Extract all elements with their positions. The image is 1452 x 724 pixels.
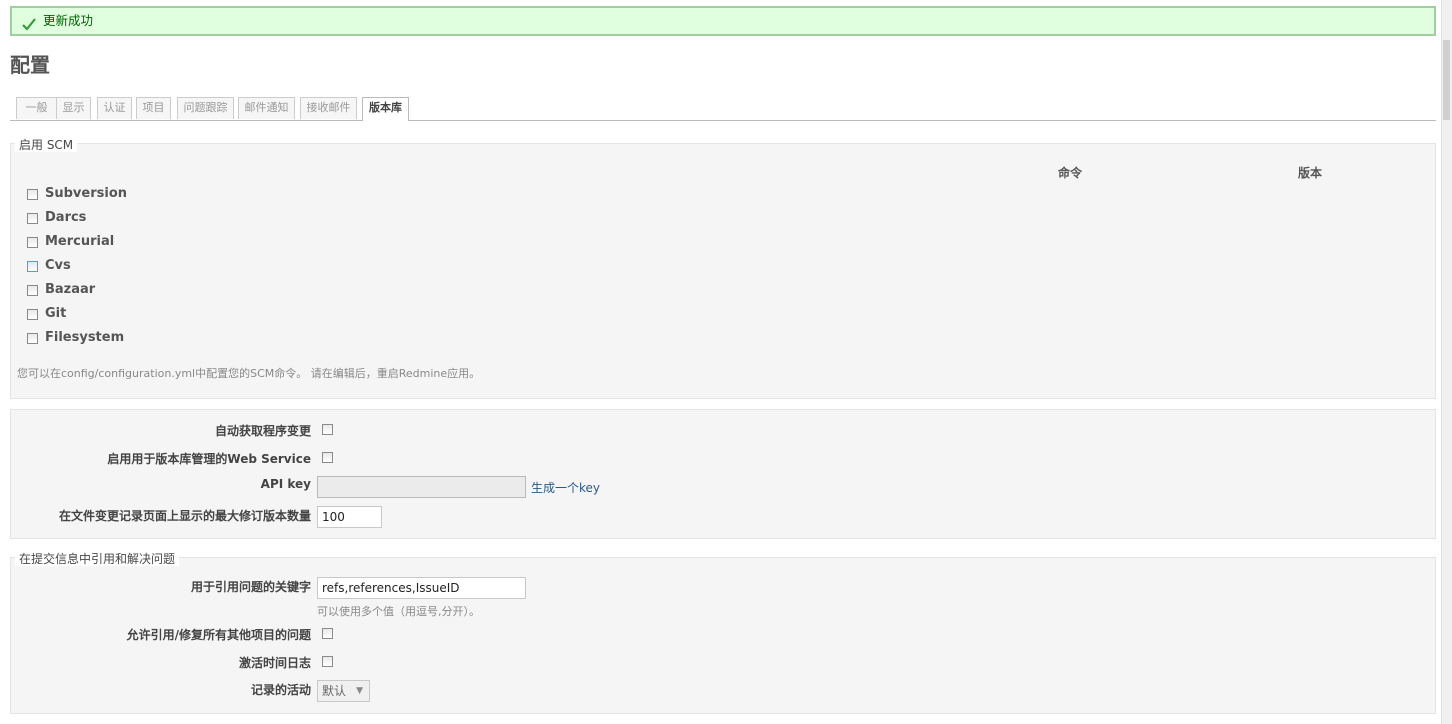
checkmark-icon bbox=[22, 14, 36, 40]
max-revisions-label: 在文件变更记录页面上显示的最大修订版本数量 bbox=[58, 509, 311, 523]
settings-tabs: 一般 显示 认证 项目 问题跟踪 邮件通知 接收邮件 版本库 bbox=[10, 97, 1436, 121]
scm-config-note: 您可以在config/configuration.yml中配置您的SCM命令。 … bbox=[17, 367, 481, 380]
tab-display[interactable]: 显示 bbox=[56, 97, 91, 119]
scm-label-subversion: Subversion bbox=[45, 186, 128, 201]
scm-label-darcs: Darcs bbox=[45, 210, 87, 225]
chevron-down-icon: ▼ bbox=[356, 686, 363, 696]
api-key-input[interactable] bbox=[317, 476, 526, 498]
tab-email-notifications[interactable]: 邮件通知 bbox=[238, 97, 295, 119]
tab-authentication[interactable]: 认证 bbox=[97, 97, 132, 119]
scm-checkbox-filesystem[interactable] bbox=[27, 333, 38, 344]
scrollbar-thumb[interactable] bbox=[1443, 40, 1450, 120]
web-service-checkbox[interactable] bbox=[322, 452, 333, 463]
page-scrollbar[interactable] bbox=[1441, 0, 1452, 724]
flash-message: 更新成功 bbox=[43, 13, 94, 28]
flash-notice: 更新成功 bbox=[10, 6, 1436, 36]
scm-checkbox-cvs[interactable] bbox=[27, 261, 38, 272]
scm-fieldset: 启用 SCM 命令 版本 Subversion Darcs Mercurial … bbox=[10, 138, 1436, 399]
activity-select[interactable]: 默认 ▼ bbox=[317, 680, 370, 702]
scm-label-mercurial: Mercurial bbox=[45, 234, 115, 249]
tab-projects[interactable]: 项目 bbox=[136, 97, 171, 119]
time-log-checkbox[interactable] bbox=[322, 656, 333, 667]
scm-checkbox-darcs[interactable] bbox=[27, 213, 38, 224]
autofetch-label: 自动获取程序变更 bbox=[214, 424, 311, 438]
generate-key-link[interactable]: 生成一个key bbox=[531, 479, 600, 496]
time-log-label: 激活时间日志 bbox=[238, 656, 311, 670]
api-key-label: API key bbox=[260, 477, 311, 491]
scm-checkbox-git[interactable] bbox=[27, 309, 38, 320]
web-service-label: 启用用于版本库管理的Web Service bbox=[107, 452, 311, 466]
scm-checkbox-subversion[interactable] bbox=[27, 189, 38, 200]
scm-checkbox-bazaar[interactable] bbox=[27, 285, 38, 296]
reference-keywords-input[interactable]: refs,references,IssueID bbox=[317, 577, 526, 599]
scm-label-filesystem: Filesystem bbox=[45, 330, 125, 345]
commit-references-legend: 在提交信息中引用和解决问题 bbox=[15, 552, 180, 566]
repository-settings-box: 自动获取程序变更 启用用于版本库管理的Web Service API key 生… bbox=[10, 409, 1436, 539]
reference-keywords-label: 用于引用问题的关键字 bbox=[190, 580, 311, 594]
activity-label: 记录的活动 bbox=[250, 683, 311, 697]
scm-label-cvs: Cvs bbox=[45, 258, 71, 273]
scm-label-bazaar: Bazaar bbox=[45, 282, 96, 297]
scm-label-git: Git bbox=[45, 306, 67, 321]
scm-checkbox-mercurial[interactable] bbox=[27, 237, 38, 248]
version-column-header: 版本 bbox=[1298, 166, 1323, 180]
command-column-header: 命令 bbox=[1058, 166, 1083, 180]
scm-legend: 启用 SCM bbox=[15, 138, 78, 152]
page-title: 配置 bbox=[10, 53, 50, 77]
cross-project-checkbox[interactable] bbox=[322, 628, 333, 639]
reference-keywords-hint: 可以使用多个值（用逗号,分开）。 bbox=[317, 605, 480, 618]
max-revisions-input[interactable]: 100 bbox=[317, 506, 382, 528]
activity-selected-value: 默认 bbox=[322, 684, 347, 698]
commit-references-fieldset: 在提交信息中引用和解决问题 用于引用问题的关键字 refs,references… bbox=[10, 552, 1436, 714]
tab-incoming-emails[interactable]: 接收邮件 bbox=[300, 97, 357, 119]
tab-repositories[interactable]: 版本库 bbox=[362, 97, 409, 121]
cross-project-label: 允许引用/修复所有其他项目的问题 bbox=[126, 628, 311, 642]
tab-issue-tracking[interactable]: 问题跟踪 bbox=[177, 97, 234, 119]
tab-general[interactable]: 一般 bbox=[16, 97, 57, 119]
autofetch-checkbox[interactable] bbox=[322, 424, 333, 435]
